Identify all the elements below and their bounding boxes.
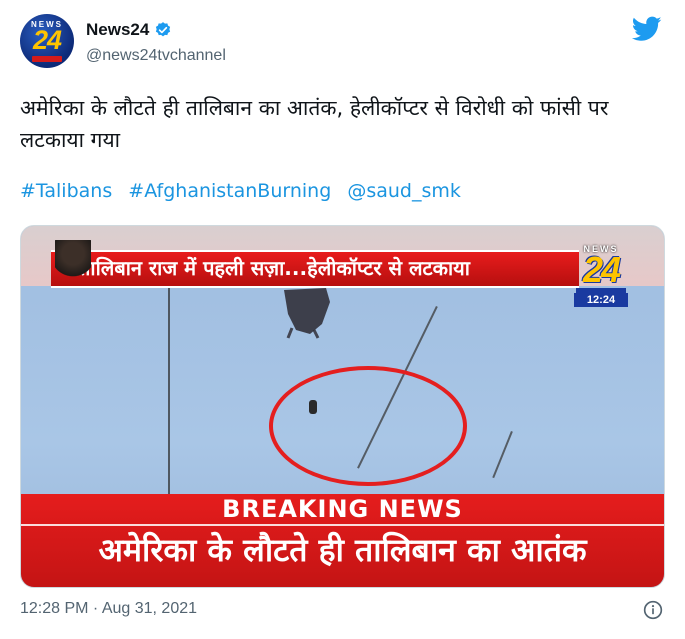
media-rope-line-lower: [492, 431, 513, 479]
anchor-silhouette: [55, 240, 91, 286]
top-banner-text: तालिबान राज में पहली सज़ा...हेलीकॉप्टर स…: [79, 256, 470, 280]
avatar-number: 24: [32, 25, 62, 55]
media-top-banner: तालिबान राज में पहली सज़ा...हेलीकॉप्टर स…: [51, 250, 579, 288]
breaking-news-bar: BREAKING NEWS अमेरिका के लौटते ही तालिबा…: [21, 494, 664, 587]
tweet-media-image[interactable]: तालिबान राज में पहली सज़ा...हेलीकॉप्टर स…: [20, 225, 665, 588]
display-name[interactable]: News24: [86, 20, 149, 40]
breaking-news-label: BREAKING NEWS: [222, 495, 463, 523]
media-window-frame: [168, 282, 170, 496]
logo-number: 24: [582, 249, 621, 290]
tweet-card: NEWS 24 News24 @news24tvchannel अमेरिका …: [0, 0, 685, 639]
mention-saud-smk[interactable]: @saud_smk: [347, 180, 461, 202]
tweet-text: अमेरिका के लौटते ही तालिबान का आतंक, हेल…: [20, 96, 609, 152]
tweet-timestamp[interactable]: 12:28 PM · Aug 31, 2021: [20, 600, 197, 618]
highlight-circle: [269, 366, 467, 486]
helicopter-icon: [284, 288, 330, 339]
hashtag-afghanistan-burning[interactable]: #AfghanistanBurning: [128, 180, 331, 202]
verified-badge-icon: [155, 22, 171, 37]
breaking-divider: [21, 524, 664, 526]
hashtag-talibans[interactable]: #Talibans: [20, 180, 112, 202]
hashtag-row: #Talibans #AfghanistanBurning @saud_smk: [20, 180, 471, 202]
channel-clock: 12:24: [574, 293, 628, 307]
handle[interactable]: @news24tvchannel: [86, 47, 226, 65]
twitter-bird-icon[interactable]: [632, 16, 662, 42]
breaking-headline: अमेरिका के लौटते ही तालिबान का आतंक: [98, 531, 587, 569]
avatar-tagline-bar: [32, 56, 62, 62]
avatar[interactable]: NEWS 24: [20, 14, 74, 68]
info-icon[interactable]: [643, 600, 663, 620]
